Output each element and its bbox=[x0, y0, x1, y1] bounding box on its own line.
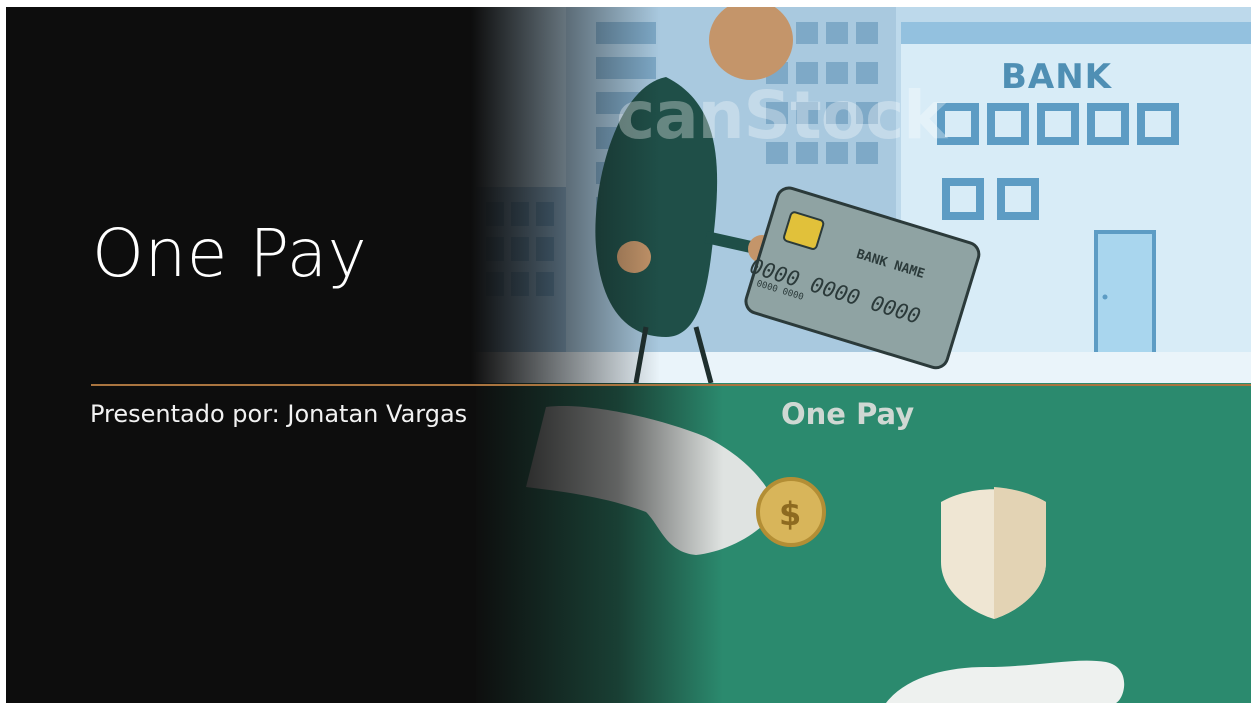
title-divider bbox=[91, 384, 1251, 386]
bank-sign: BANK bbox=[1001, 57, 1113, 97]
slide: $ canStock BANK BANK NAME 0000 0000 0000… bbox=[6, 7, 1251, 703]
slide-subtitle[interactable]: Presentado por: Jonatan Vargas bbox=[90, 400, 467, 428]
stock-watermark: canStock bbox=[616, 77, 947, 154]
image-heading: One Pay bbox=[781, 397, 915, 431]
slide-title[interactable]: One Pay bbox=[92, 215, 367, 292]
